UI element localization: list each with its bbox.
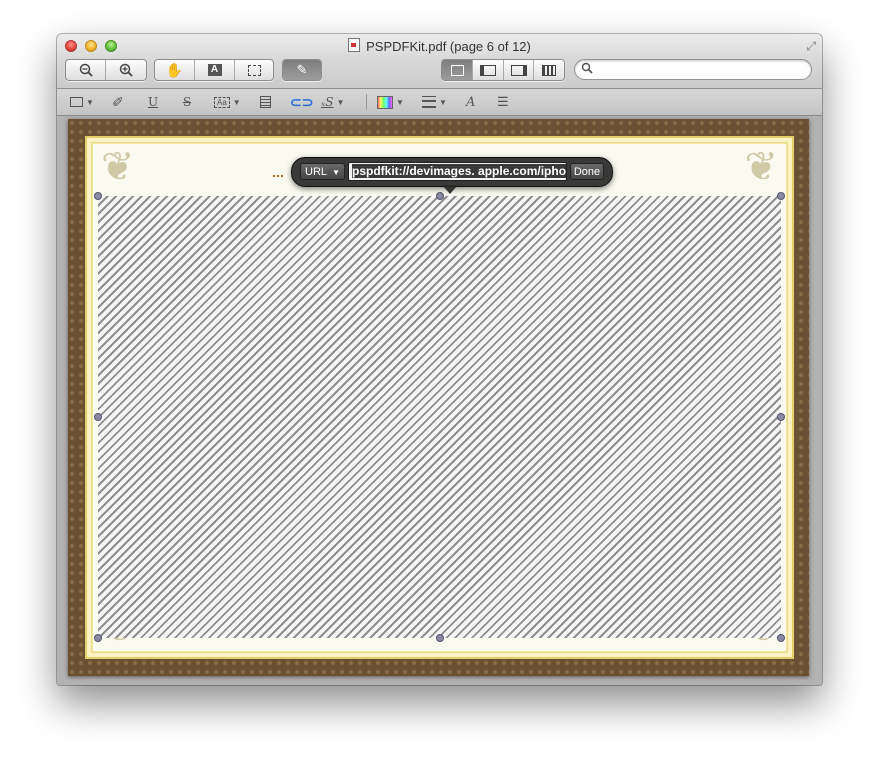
document-view: ❦ ❦ ❦ ❦ URL ▼	[57, 116, 822, 685]
signature-button[interactable]: ₓS ▼	[321, 92, 344, 112]
corner-ornament-top-right: ❦	[744, 144, 778, 190]
resize-handle-middle-left[interactable]	[94, 413, 102, 421]
line-style-icon	[422, 96, 436, 108]
text-select-icon: A	[207, 64, 222, 76]
view-thumbnails-button[interactable]	[534, 60, 564, 80]
fullscreen-icon[interactable]: ⤢	[806, 39, 816, 54]
chevron-down-icon: ▼	[332, 168, 340, 177]
view-sidebar-right-button[interactable]	[504, 60, 534, 80]
resize-handle-bottom-right[interactable]	[777, 634, 785, 642]
popover-arrow	[442, 185, 458, 194]
rectangle-shape-icon	[70, 97, 83, 107]
annotation-toolbar: ▼ ✐ U S Aa ▼ ⊂⊃ ₓS ▼ ▼ ▼ A ☰	[57, 89, 822, 116]
url-input[interactable]: pspdfkit://devimages. apple.com/iphon	[348, 162, 567, 181]
link-icon: ⊂⊃	[290, 93, 314, 110]
link-annotation-area[interactable]	[98, 196, 781, 638]
move-tool-button[interactable]: ✋	[155, 60, 195, 80]
strikethrough-icon: S	[183, 95, 192, 109]
window-title-container: PSPDFKit.pdf (page 6 of 12)	[57, 38, 822, 54]
font-button[interactable]: A	[466, 92, 475, 112]
line-style-button[interactable]: ▼	[422, 92, 447, 112]
pdf-document-icon[interactable]	[348, 38, 361, 52]
note-icon	[260, 96, 271, 108]
color-swatch-icon	[377, 95, 393, 109]
resize-handle-top-right[interactable]	[777, 192, 785, 200]
view-single-page-button[interactable]	[442, 60, 473, 80]
underline-icon: U	[148, 95, 159, 109]
signature-icon: ₓS	[321, 95, 334, 109]
title-bar: PSPDFKit.pdf (page 6 of 12) ⤢ ✋ A ✎	[57, 34, 822, 89]
resize-handle-top-left[interactable]	[94, 192, 102, 200]
link-edit-popover: URL ▼ pspdfkit://devimages. apple.com/ip…	[291, 157, 613, 194]
resize-handle-middle-right[interactable]	[777, 413, 785, 421]
note-button[interactable]	[260, 92, 271, 112]
search-field[interactable]	[574, 59, 812, 80]
shapes-button[interactable]: ▼	[70, 92, 94, 112]
chevron-down-icon: ▼	[439, 97, 447, 107]
corner-ornament-top-left: ❦	[101, 144, 135, 190]
search-input[interactable]	[597, 61, 806, 80]
link-type-label: URL	[305, 166, 328, 178]
hand-icon: ✋	[165, 61, 184, 78]
zoom-out-icon	[79, 63, 93, 77]
link-button[interactable]: ⊂⊃	[290, 92, 313, 112]
pdf-page: ❦ ❦ ❦ ❦ URL ▼	[68, 119, 809, 676]
chevron-down-icon: ▼	[232, 97, 241, 107]
strikethrough-button[interactable]: S	[183, 92, 191, 112]
zoom-out-button[interactable]	[66, 60, 106, 80]
resize-handle-bottom-center[interactable]	[436, 634, 444, 642]
show-edit-toolbar-button[interactable]: ✎	[283, 60, 321, 80]
pencil-icon: ✎	[296, 62, 308, 77]
annotations-list-button[interactable]: ☰	[497, 92, 509, 112]
link-type-select[interactable]: URL ▼	[300, 163, 345, 180]
resize-handle-bottom-left[interactable]	[94, 634, 102, 642]
chevron-down-icon: ▼	[396, 97, 404, 107]
rect-select-icon	[247, 64, 261, 76]
highlight-button[interactable]: ✐	[112, 92, 124, 112]
list-icon: ☰	[497, 94, 509, 109]
zoom-control-group	[65, 59, 147, 81]
toolbar-divider	[366, 94, 367, 110]
window-title: PSPDFKit.pdf (page 6 of 12)	[366, 39, 531, 54]
sidebar-right-icon	[510, 64, 527, 76]
edit-toolbar-group: ✎	[282, 59, 322, 81]
preview-window: PSPDFKit.pdf (page 6 of 12) ⤢ ✋ A ✎ ▼ ✐ …	[57, 34, 822, 685]
view-sidebar-left-button[interactable]	[473, 60, 504, 80]
thumbnails-icon	[542, 64, 556, 76]
sidebar-left-icon	[480, 64, 496, 76]
underline-button[interactable]: U	[148, 92, 158, 112]
single-page-icon	[450, 64, 464, 76]
chevron-down-icon: ▼	[336, 97, 345, 107]
url-value: pspdfkit://devimages. apple.com/iphon	[352, 164, 566, 178]
color-button[interactable]: ▼	[377, 92, 404, 112]
search-icon	[581, 62, 593, 77]
link-underline-left	[273, 175, 283, 180]
done-button[interactable]: Done	[570, 163, 604, 180]
font-icon: A	[466, 94, 476, 110]
text-box-button[interactable]: Aa ▼	[214, 92, 241, 112]
highlighter-icon: ✐	[112, 93, 124, 110]
zoom-in-button[interactable]	[106, 60, 146, 80]
text-box-icon: Aa	[214, 96, 230, 108]
view-mode-group	[441, 59, 565, 81]
rect-select-button[interactable]	[235, 60, 273, 80]
selection-tools-group: ✋ A	[154, 59, 274, 81]
text-select-button[interactable]: A	[195, 60, 235, 80]
chevron-down-icon: ▼	[86, 97, 94, 107]
zoom-in-icon	[119, 63, 133, 77]
